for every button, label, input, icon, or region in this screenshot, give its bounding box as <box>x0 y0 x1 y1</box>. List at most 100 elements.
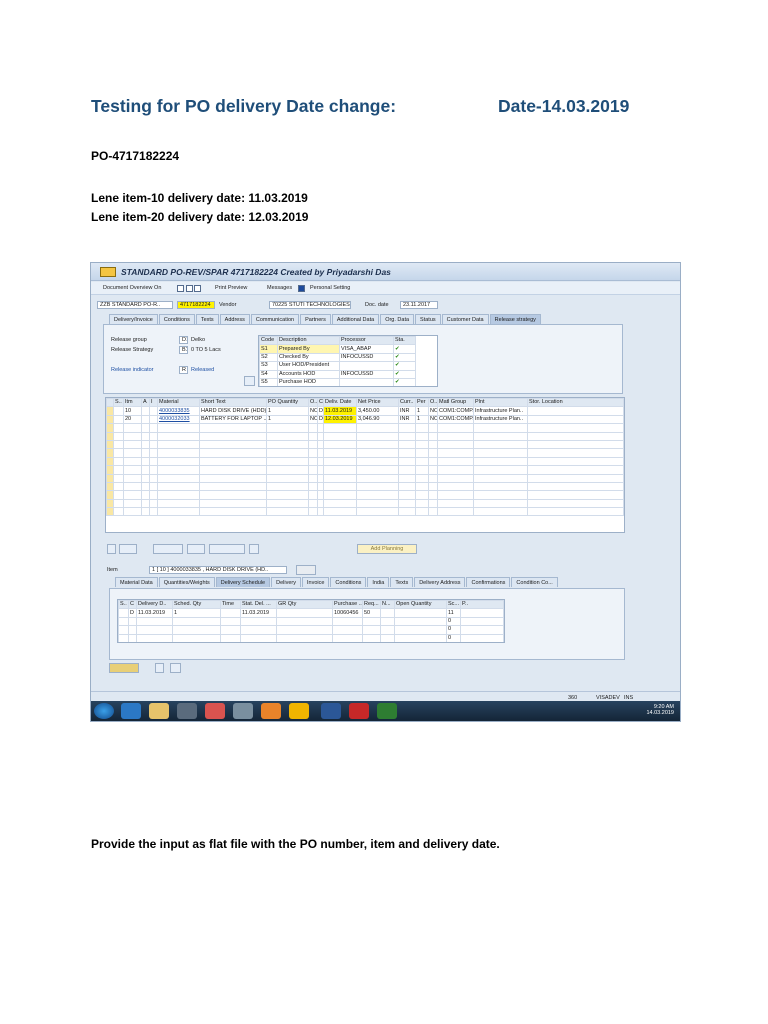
table-cell[interactable] <box>437 448 474 458</box>
column-header[interactable]: C <box>128 600 137 610</box>
item-tab-6[interactable]: India <box>367 577 390 587</box>
table-cell[interactable]: User HOD/President <box>277 361 340 371</box>
row-select-header[interactable] <box>106 398 114 408</box>
table-cell[interactable] <box>428 439 438 450</box>
table-cell[interactable] <box>240 625 277 635</box>
column-header[interactable]: Sched. Qty <box>172 600 221 610</box>
table-cell[interactable] <box>398 473 416 483</box>
ie-icon[interactable] <box>121 703 141 719</box>
table-cell[interactable]: 4000032033 <box>157 414 200 425</box>
table-cell[interactable] <box>398 439 416 450</box>
table-cell[interactable] <box>428 448 438 458</box>
table-cell[interactable] <box>527 456 624 467</box>
table-cell[interactable] <box>199 490 267 500</box>
table-row[interactable]: S1 Prepared By VISA_ABAP ✔ <box>259 344 437 354</box>
table-cell[interactable] <box>437 473 474 483</box>
other-po-icon[interactable] <box>194 285 202 292</box>
column-header[interactable]: Sta. <box>393 336 416 346</box>
table-cell[interactable] <box>136 616 173 627</box>
table-cell[interactable] <box>123 465 142 475</box>
table-cell[interactable] <box>123 473 142 483</box>
row-selector[interactable] <box>106 507 114 517</box>
table-row[interactable] <box>106 448 624 458</box>
item-select-field[interactable]: 1 [ 10 ] 4000033835 , HARD DISK DRIVE (H… <box>149 566 287 574</box>
table-cell[interactable] <box>266 439 309 450</box>
table-cell[interactable]: COM1:COMP.. <box>437 414 474 425</box>
schedule-other-icon[interactable] <box>155 663 164 673</box>
table-cell[interactable]: Accounts HOD <box>277 369 340 379</box>
table-cell[interactable] <box>113 414 124 425</box>
row-selector[interactable] <box>106 456 114 467</box>
table-cell[interactable] <box>113 481 124 492</box>
table-cell[interactable] <box>199 465 267 475</box>
header-tab-10[interactable]: Release strategy <box>489 314 541 324</box>
table-row[interactable] <box>106 507 624 517</box>
table-cell[interactable] <box>113 490 124 500</box>
column-header[interactable]: Processor <box>339 336 394 346</box>
table-cell[interactable] <box>428 498 438 509</box>
row-selector[interactable] <box>106 473 114 483</box>
table-cell[interactable] <box>266 498 309 509</box>
powerpoint-icon[interactable] <box>261 703 281 719</box>
table-cell[interactable]: ✔ <box>393 377 416 386</box>
table-cell[interactable] <box>157 490 200 500</box>
table-cell[interactable]: INFOCUSSD <box>339 369 394 379</box>
table-cell[interactable] <box>437 431 474 441</box>
column-header[interactable]: PO Quantity <box>266 398 309 408</box>
table-cell[interactable] <box>527 406 624 416</box>
table-cell[interactable]: 10060456 <box>332 608 363 618</box>
table-cell[interactable] <box>380 625 395 635</box>
table-row[interactable]: 20 4000032033 BATTERY FOR LAPTOP .. 1 NO D 12.… <box>106 414 624 425</box>
table-cell[interactable] <box>157 423 200 433</box>
table-cell[interactable] <box>266 481 309 492</box>
table-cell[interactable] <box>356 473 399 483</box>
row-selector[interactable] <box>106 465 114 475</box>
row-selector[interactable] <box>106 490 114 500</box>
table-cell[interactable]: Purchase HOD <box>277 377 340 386</box>
table-cell[interactable] <box>394 608 447 618</box>
table-cell[interactable] <box>398 498 416 509</box>
personal-setting-button[interactable]: Personal Setting <box>310 285 350 291</box>
table-cell[interactable] <box>157 481 200 492</box>
table-cell[interactable] <box>113 465 124 475</box>
table-cell[interactable] <box>398 507 416 517</box>
table-cell[interactable]: BATTERY FOR LAPTOP .. <box>199 414 267 425</box>
table-cell[interactable]: D <box>128 608 137 618</box>
table-cell[interactable]: S3 <box>259 361 278 371</box>
table-cell[interactable] <box>113 406 124 416</box>
sap-logon-icon[interactable] <box>233 703 253 719</box>
table-cell[interactable] <box>428 465 438 475</box>
table-cell[interactable] <box>380 616 395 627</box>
column-header[interactable]: Plnt <box>473 398 528 408</box>
table-cell[interactable] <box>141 439 150 450</box>
table-cell[interactable] <box>308 498 318 509</box>
table-cell[interactable] <box>473 473 528 483</box>
item-nav-arrows[interactable] <box>296 565 316 575</box>
table-cell[interactable] <box>266 456 309 467</box>
header-tab-1[interactable]: Conditions <box>158 314 195 324</box>
table-cell[interactable]: Infrastructure Plan.. <box>473 406 528 416</box>
table-cell[interactable]: NO <box>308 406 318 416</box>
table-row[interactable] <box>106 490 624 500</box>
table-cell[interactable] <box>113 498 124 509</box>
table-cell[interactable] <box>428 423 438 433</box>
table-cell[interactable]: INR <box>398 414 416 425</box>
column-header[interactable]: Code <box>259 336 278 346</box>
item-tab-10[interactable]: Condition Co... <box>511 577 558 587</box>
table-cell[interactable] <box>356 448 399 458</box>
table-cell[interactable] <box>266 423 309 433</box>
column-header[interactable]: GR Qty <box>276 600 333 610</box>
column-header[interactable]: C <box>317 398 324 408</box>
table-cell[interactable] <box>113 473 124 483</box>
table-cell[interactable] <box>473 423 528 433</box>
table-cell[interactable] <box>398 490 416 500</box>
table-cell[interactable] <box>332 633 363 642</box>
table-cell[interactable] <box>199 498 267 509</box>
item-tab-9[interactable]: Confirmations <box>466 577 511 587</box>
table-cell[interactable] <box>380 608 395 618</box>
po-number-field[interactable]: 4717182224 <box>177 301 215 309</box>
table-cell[interactable] <box>118 625 129 635</box>
column-header[interactable]: N... <box>380 600 395 610</box>
column-header[interactable]: Stat. Del. ... <box>240 600 277 610</box>
table-cell[interactable] <box>527 439 624 450</box>
